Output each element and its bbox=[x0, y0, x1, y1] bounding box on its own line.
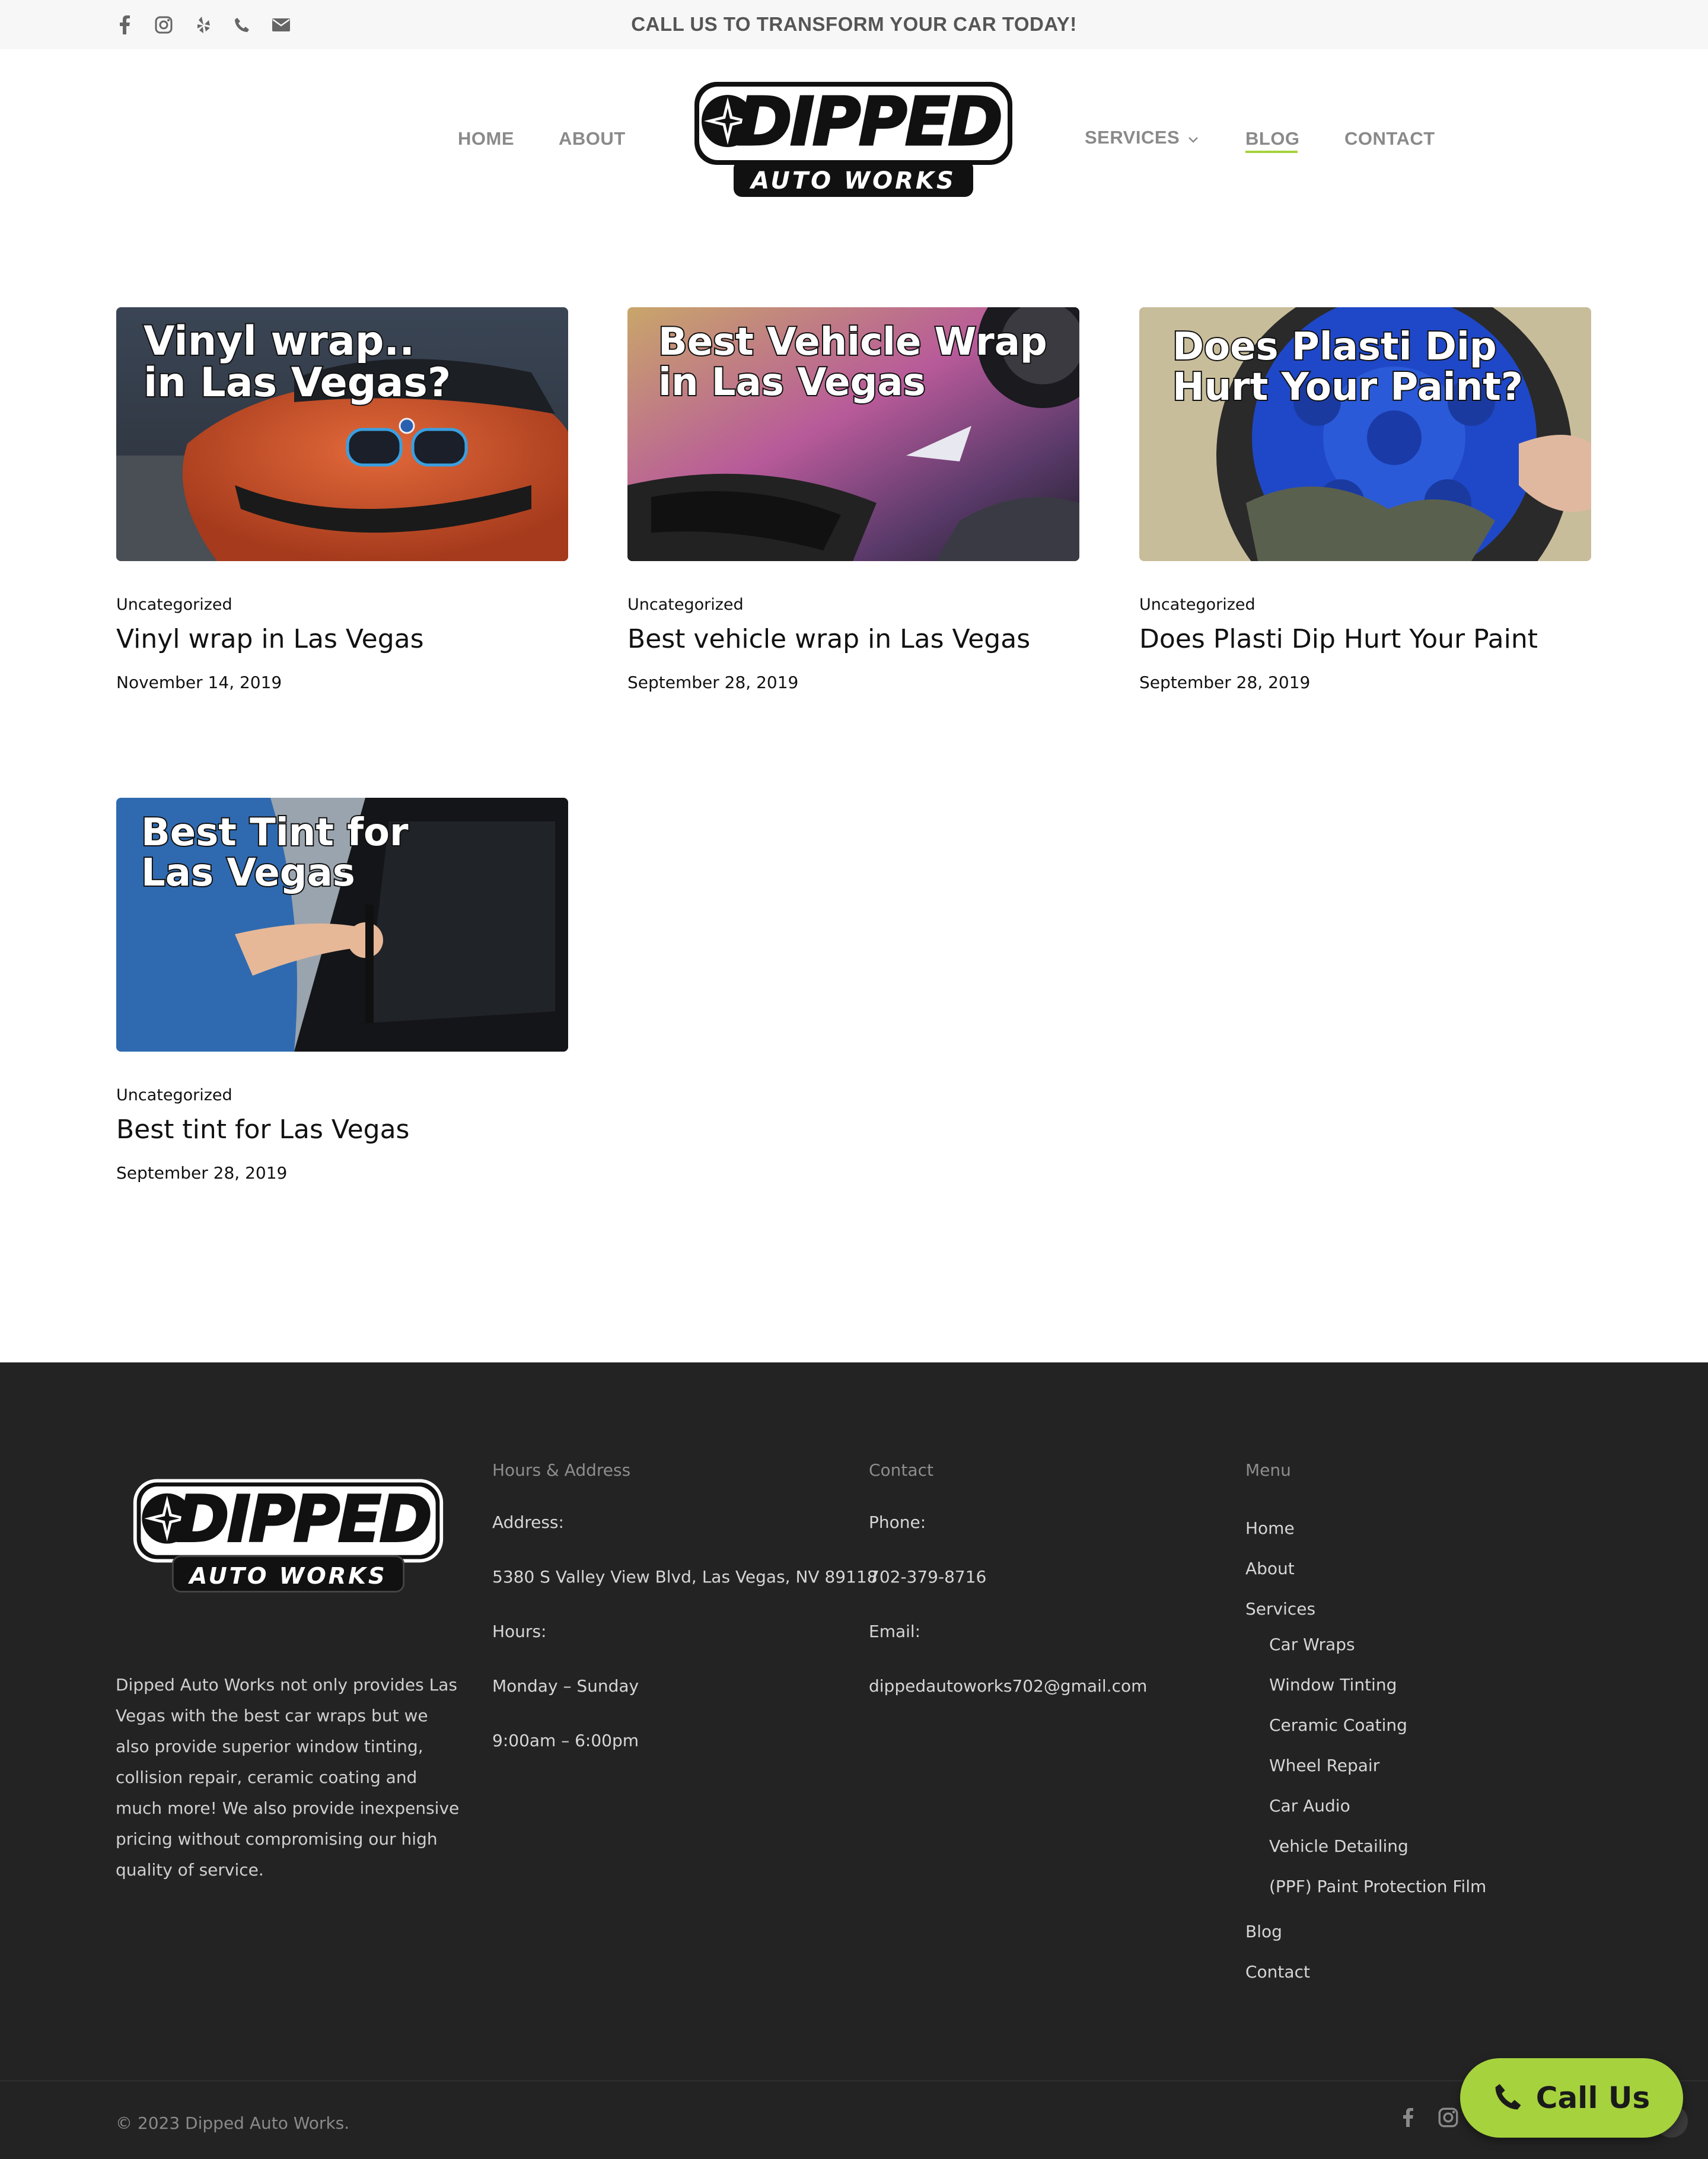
svg-text:in Las Vegas?: in Las Vegas? bbox=[144, 359, 451, 406]
facebook-icon[interactable] bbox=[1395, 2104, 1421, 2131]
post-category[interactable]: Uncategorized bbox=[627, 596, 744, 614]
instagram-icon[interactable] bbox=[1435, 2104, 1461, 2131]
post-card[interactable]: Vinyl wrap.. in Las Vegas? Uncategorized… bbox=[116, 307, 568, 711]
footer-menu-window-tinting[interactable]: Window Tinting bbox=[1269, 1675, 1397, 1695]
nav-about[interactable]: ABOUT bbox=[559, 128, 626, 149]
post-date: September 28, 2019 bbox=[116, 1163, 288, 1183]
post-thumbnail[interactable]: Vinyl wrap.. in Las Vegas? bbox=[116, 307, 568, 561]
post-date: November 14, 2019 bbox=[116, 673, 282, 692]
address-value: 5380 S Valley View Blvd, Las Vegas, NV 8… bbox=[492, 1567, 878, 1587]
footer-menu-contact[interactable]: Contact bbox=[1245, 1962, 1310, 1982]
footer-hours-heading: Hours & Address bbox=[492, 1460, 631, 1480]
top-bar-tagline: CALL US TO TRANSFORM YOUR CAR TODAY! bbox=[631, 13, 1077, 35]
post-thumbnail[interactable]: Best Vehicle Wrap in Las Vegas bbox=[627, 307, 1079, 561]
site-logo[interactable]: DIPPED AUTO WORKS bbox=[691, 78, 1016, 200]
nav-services[interactable]: SERVICES bbox=[1085, 127, 1199, 148]
post-title[interactable]: Best vehicle wrap in Las Vegas bbox=[627, 624, 1030, 654]
post-category[interactable]: Uncategorized bbox=[116, 1086, 232, 1104]
post-category[interactable]: Uncategorized bbox=[116, 596, 232, 614]
nav-services-label: SERVICES bbox=[1085, 127, 1180, 148]
footer-logo[interactable]: DIPPED AUTO WORKS bbox=[132, 1477, 445, 1596]
post-title[interactable]: Does Plasti Dip Hurt Your Paint bbox=[1139, 624, 1538, 654]
svg-text:DIPPED: DIPPED bbox=[737, 84, 1000, 161]
footer-menu-ppf[interactable]: (PPF) Paint Protection Film bbox=[1269, 1877, 1486, 1896]
email-label: Email: bbox=[869, 1622, 921, 1641]
email-link[interactable]: dippedautoworks702@gmail.com bbox=[869, 1676, 1147, 1696]
svg-text:Hurt Your Paint?: Hurt Your Paint? bbox=[1172, 365, 1523, 409]
phone-label: Phone: bbox=[869, 1512, 926, 1532]
nav-active-indicator bbox=[1245, 151, 1298, 153]
top-bar: CALL US TO TRANSFORM YOUR CAR TODAY! bbox=[0, 0, 1708, 49]
post-title[interactable]: Vinyl wrap in Las Vegas bbox=[116, 624, 424, 654]
hours-days: Monday – Sunday bbox=[492, 1676, 639, 1696]
chevron-down-icon bbox=[1188, 127, 1199, 148]
svg-text:AUTO WORKS: AUTO WORKS bbox=[749, 167, 956, 195]
footer-about-text: Dipped Auto Works not only provides Las … bbox=[116, 1675, 460, 1880]
footer-menu-home[interactable]: Home bbox=[1245, 1518, 1295, 1538]
post-card[interactable]: Best Vehicle Wrap in Las Vegas Uncategor… bbox=[627, 307, 1079, 711]
call-us-button[interactable]: Call Us bbox=[1460, 2058, 1683, 2138]
post-card[interactable]: Does Plasti Dip Hurt Your Paint? Uncateg… bbox=[1139, 307, 1591, 711]
footer-menu-ceramic-coating[interactable]: Ceramic Coating bbox=[1269, 1715, 1407, 1735]
post-category[interactable]: Uncategorized bbox=[1139, 596, 1255, 614]
svg-text:Vinyl wrap..: Vinyl wrap.. bbox=[144, 318, 415, 365]
footer-menu-wheel-repair[interactable]: Wheel Repair bbox=[1269, 1756, 1379, 1775]
nav-blog[interactable]: BLOG bbox=[1245, 128, 1300, 149]
footer-menu-about[interactable]: About bbox=[1245, 1559, 1295, 1578]
post-date: September 28, 2019 bbox=[1139, 673, 1311, 692]
nav-home[interactable]: HOME bbox=[458, 128, 514, 149]
svg-text:in Las Vegas: in Las Vegas bbox=[658, 361, 926, 405]
nav-contact[interactable]: CONTACT bbox=[1344, 128, 1435, 149]
post-thumbnail[interactable]: Best Tint for Las Vegas bbox=[116, 798, 568, 1052]
svg-text:DIPPED: DIPPED bbox=[176, 1483, 430, 1557]
post-date: September 28, 2019 bbox=[627, 673, 799, 692]
footer-divider bbox=[0, 2080, 1708, 2081]
svg-text:Las Vegas: Las Vegas bbox=[141, 851, 355, 895]
hours-label: Hours: bbox=[492, 1622, 547, 1641]
address-label: Address: bbox=[492, 1512, 564, 1532]
post-card[interactable]: Best Tint for Las Vegas Uncategorized Be… bbox=[116, 798, 568, 1201]
svg-text:Does Plasti Dip: Does Plasti Dip bbox=[1172, 325, 1497, 369]
footer-menu-car-audio[interactable]: Car Audio bbox=[1269, 1796, 1350, 1816]
call-us-label: Call Us bbox=[1535, 2081, 1650, 2115]
post-title[interactable]: Best tint for Las Vegas bbox=[116, 1114, 409, 1145]
footer-contact-heading: Contact bbox=[869, 1460, 933, 1480]
footer-menu-vehicle-detailing[interactable]: Vehicle Detailing bbox=[1269, 1836, 1409, 1856]
footer-menu-car-wraps[interactable]: Car Wraps bbox=[1269, 1635, 1355, 1654]
footer-menu-blog[interactable]: Blog bbox=[1245, 1922, 1282, 1941]
svg-text:Best Vehicle Wrap: Best Vehicle Wrap bbox=[658, 320, 1047, 364]
post-thumbnail[interactable]: Does Plasti Dip Hurt Your Paint? bbox=[1139, 307, 1591, 561]
svg-text:Best Tint for: Best Tint for bbox=[141, 811, 409, 855]
hours-time: 9:00am – 6:00pm bbox=[492, 1731, 639, 1750]
phone-link[interactable]: 702-379-8716 bbox=[869, 1567, 986, 1587]
copyright-text: © 2023 Dipped Auto Works. bbox=[116, 2113, 350, 2133]
phone-icon bbox=[1493, 2082, 1523, 2115]
svg-text:AUTO WORKS: AUTO WORKS bbox=[188, 1563, 387, 1590]
footer-menu-heading: Menu bbox=[1245, 1460, 1291, 1480]
footer-menu-services[interactable]: Services bbox=[1245, 1599, 1315, 1619]
